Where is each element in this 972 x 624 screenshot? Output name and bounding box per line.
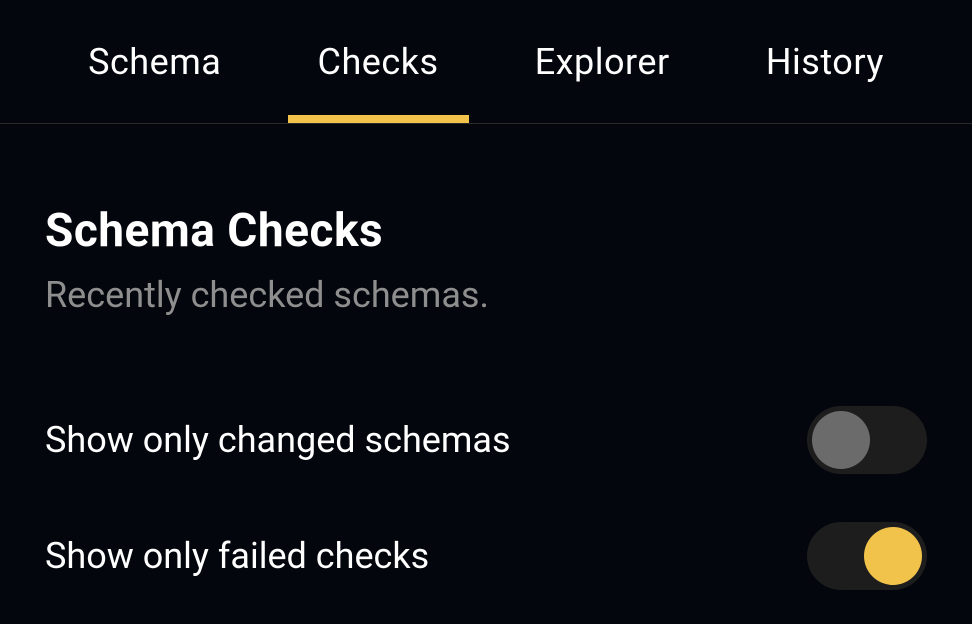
tab-bar: Schema Checks Explorer History [0, 0, 972, 124]
main-content: Schema Checks Recently checked schemas. … [0, 124, 972, 590]
toggle-changed-schemas[interactable] [807, 406, 927, 474]
toggle-knob [812, 411, 870, 469]
toggle-row-changed-schemas: Show only changed schemas [45, 406, 927, 474]
toggle-failed-checks[interactable] [807, 522, 927, 590]
page-title: Schema Checks [45, 204, 927, 258]
toggle-row-failed-checks: Show only failed checks [45, 522, 927, 590]
tab-checks[interactable]: Checks [288, 1, 469, 123]
toggle-knob [864, 527, 922, 585]
page-subtitle: Recently checked schemas. [45, 274, 927, 316]
tab-explorer[interactable]: Explorer [505, 1, 700, 123]
tab-history[interactable]: History [736, 1, 914, 123]
toggle-label-changed-schemas: Show only changed schemas [45, 419, 511, 461]
tab-schema[interactable]: Schema [58, 1, 251, 123]
toggle-label-failed-checks: Show only failed checks [45, 535, 429, 577]
